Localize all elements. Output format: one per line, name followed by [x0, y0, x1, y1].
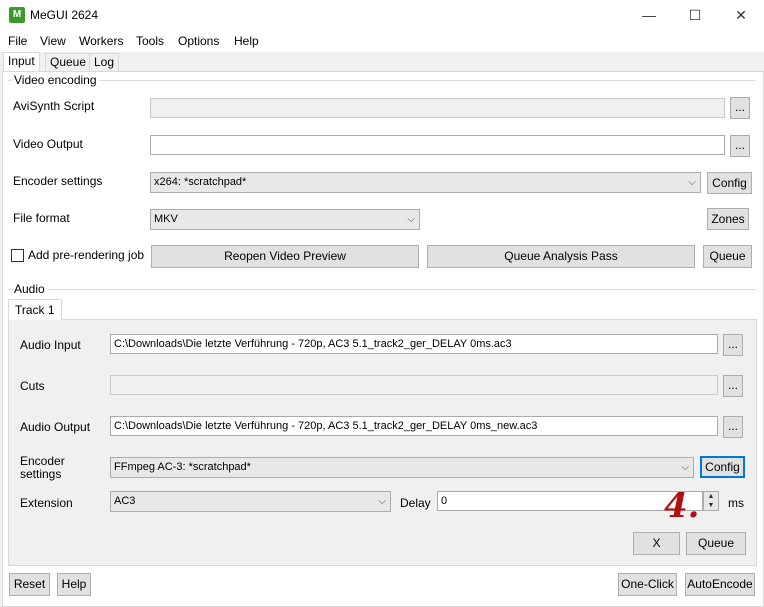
video-queue-button[interactable]: Queue	[703, 245, 752, 268]
handwritten-annotation: 4.	[664, 486, 700, 526]
video-group-border	[8, 80, 756, 81]
reset-button[interactable]: Reset	[9, 573, 50, 596]
close-icon[interactable]: ✕	[718, 0, 764, 30]
audio-remove-button[interactable]: X	[633, 532, 680, 555]
extension-label: Extension	[20, 496, 73, 510]
video-output-input[interactable]	[150, 135, 725, 155]
ms-label: ms	[728, 496, 744, 510]
chevron-down-icon: ⌵	[681, 462, 689, 473]
audio-input-browse-button[interactable]: ...	[723, 334, 743, 356]
prerender-checkbox[interactable]	[11, 249, 24, 262]
menu-bar: File View Workers Tools Options Help	[0, 30, 764, 52]
video-encoder-label: Encoder settings	[13, 174, 103, 188]
video-output-label: Video Output	[13, 137, 83, 151]
audio-encoder-config-button[interactable]: Config	[700, 456, 745, 478]
chevron-down-icon: ⌵	[378, 496, 386, 507]
delay-label: Delay	[400, 496, 431, 510]
file-format-select[interactable]: MKV ⌵	[150, 209, 420, 230]
menu-tools[interactable]: Tools	[136, 34, 164, 48]
delay-spinner[interactable]: ▲ ▼	[703, 491, 719, 511]
cuts-label: Cuts	[20, 379, 45, 393]
title-bar: M MeGUI 2624 — ☐ ✕	[0, 0, 764, 30]
track-panel	[8, 319, 757, 566]
audio-encoder-value: FFmpeg AC-3: *scratchpad*	[114, 461, 251, 473]
maximize-icon[interactable]: ☐	[672, 0, 718, 30]
spin-down-icon[interactable]: ▼	[704, 501, 718, 510]
menu-workers[interactable]: Workers	[79, 34, 123, 48]
help-button[interactable]: Help	[57, 573, 91, 596]
prerender-label: Add pre-rendering job	[28, 248, 145, 262]
audio-input-label: Audio Input	[20, 338, 81, 352]
spin-up-icon[interactable]: ▲	[704, 492, 718, 501]
avisynth-browse-button[interactable]: ...	[730, 97, 750, 119]
audio-output-label: Audio Output	[20, 420, 91, 434]
audio-group-border	[8, 289, 756, 290]
tab-input[interactable]: Input	[3, 52, 40, 72]
file-format-label: File format	[13, 211, 70, 225]
audio-output-browse-button[interactable]: ...	[723, 416, 743, 438]
avisynth-label: AviSynth Script	[13, 99, 95, 113]
tab-queue[interactable]: Queue	[45, 53, 92, 71]
cuts-field[interactable]	[110, 375, 718, 395]
avisynth-input[interactable]	[150, 98, 725, 118]
video-encoder-select[interactable]: x264: *scratchpad* ⌵	[150, 172, 701, 193]
video-output-browse-button[interactable]: ...	[730, 135, 750, 157]
auto-encode-button[interactable]: AutoEncode	[685, 573, 755, 596]
extension-select[interactable]: AC3 ⌵	[110, 491, 391, 512]
tab-log[interactable]: Log	[89, 53, 120, 71]
cuts-browse-button[interactable]: ...	[723, 375, 743, 397]
minimize-icon[interactable]: —	[626, 0, 672, 30]
megui-icon[interactable]: M	[9, 7, 25, 23]
audio-encoder-label-line2: settings	[20, 467, 62, 481]
zones-button[interactable]: Zones	[707, 208, 749, 230]
one-click-button[interactable]: One-Click	[618, 573, 677, 596]
chevron-down-icon: ⌵	[407, 214, 415, 225]
chevron-down-icon: ⌵	[688, 177, 696, 188]
audio-encoder-label: Encoder settings	[20, 455, 65, 481]
extension-value: AC3	[114, 495, 136, 507]
menu-file[interactable]: File	[8, 34, 27, 48]
queue-analysis-button[interactable]: Queue Analysis Pass	[427, 245, 695, 268]
audio-group-label: Audio	[12, 282, 47, 296]
audio-output-field[interactable]: C:\Downloads\Die letzte Verführung - 720…	[110, 416, 718, 436]
menu-view[interactable]: View	[40, 34, 66, 48]
video-group-label: Video encoding	[12, 73, 99, 87]
file-format-value: MKV	[154, 213, 178, 225]
tab-track-1[interactable]: Track 1	[8, 299, 62, 320]
menu-help[interactable]: Help	[234, 34, 259, 48]
audio-queue-button[interactable]: Queue	[686, 532, 746, 555]
video-encoder-value: x264: *scratchpad*	[154, 176, 247, 188]
menu-options[interactable]: Options	[178, 34, 219, 48]
window-title: MeGUI 2624	[30, 8, 99, 22]
audio-encoder-select[interactable]: FFmpeg AC-3: *scratchpad* ⌵	[110, 457, 694, 478]
video-encoder-config-button[interactable]: Config	[707, 172, 752, 194]
audio-input-field[interactable]: C:\Downloads\Die letzte Verführung - 720…	[110, 334, 718, 354]
reopen-preview-button[interactable]: Reopen Video Preview	[151, 245, 419, 268]
